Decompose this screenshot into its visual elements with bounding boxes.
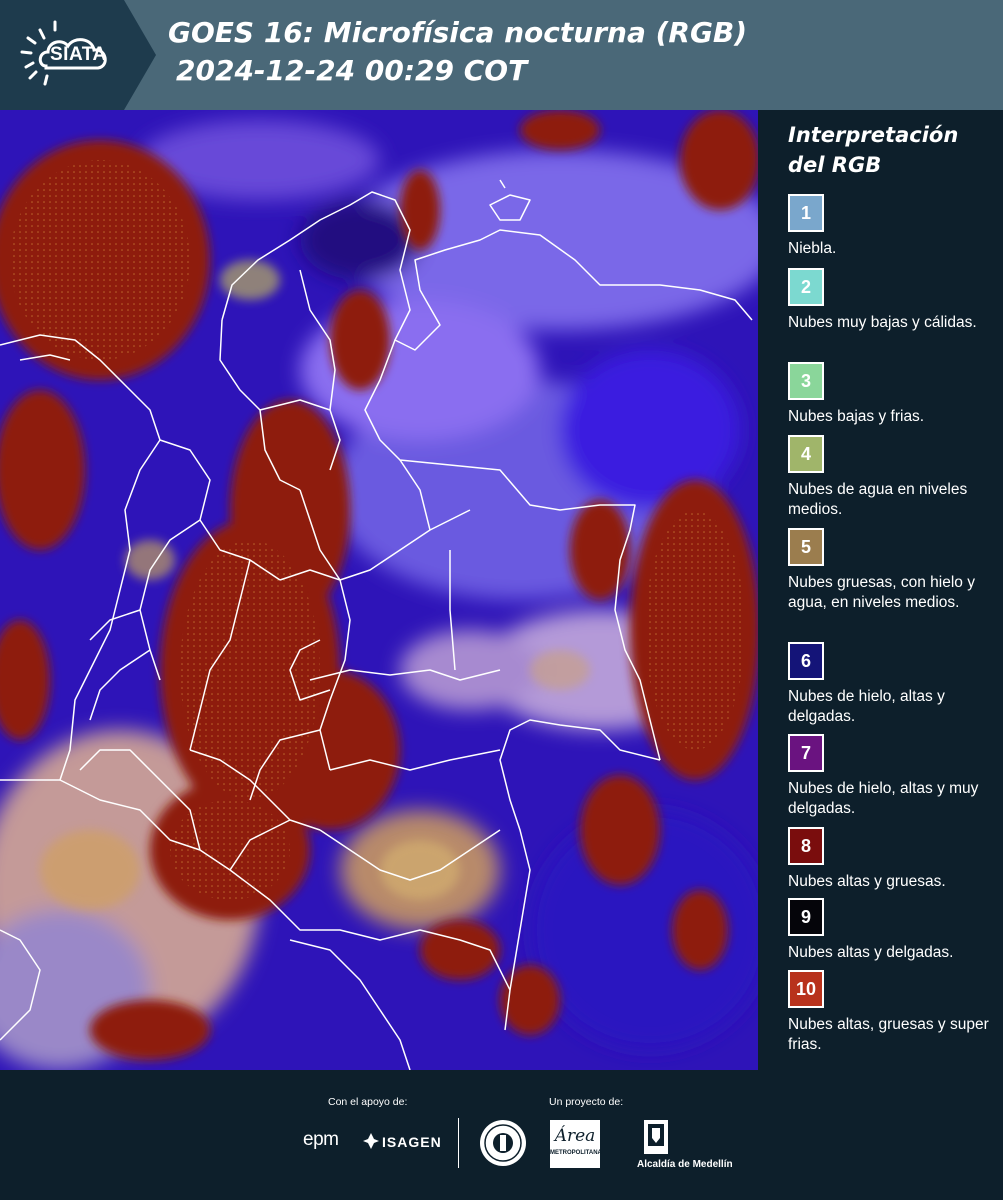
satellite-map bbox=[0, 110, 758, 1070]
legend-swatch: 10 bbox=[788, 970, 824, 1008]
support-label: Con el apoyo de: bbox=[328, 1096, 408, 1108]
legend-item-1: 1 Niebla. bbox=[788, 194, 993, 259]
legend-swatch: 5 bbox=[788, 528, 824, 566]
legend-item-6: 6 Nubes de hielo, altas y delgadas. bbox=[788, 642, 993, 727]
university-seal-icon bbox=[480, 1120, 526, 1166]
legend-item-7: 7 Nubes de hielo, altas y muy delgadas. bbox=[788, 734, 993, 819]
isagen-logo: ISAGEN bbox=[382, 1134, 442, 1150]
isagen-icon bbox=[363, 1133, 379, 1149]
legend-item-5: 5 Nubes gruesas, con hielo y agua, en ni… bbox=[788, 528, 993, 613]
legend-label: Nubes de hielo, altas y muy delgadas. bbox=[788, 780, 979, 817]
project-label: Un proyecto de: bbox=[549, 1096, 624, 1108]
area-logo-subtext: METROPOLITANA bbox=[550, 1150, 602, 1156]
legend-label: Nubes altas y delgadas. bbox=[788, 944, 954, 961]
legend-label: Nubes de hielo, altas y delgadas. bbox=[788, 688, 945, 725]
legend-item-4: 4 Nubes de agua en niveles medios. bbox=[788, 435, 993, 520]
legend-swatch: 9 bbox=[788, 898, 824, 936]
legend-title-line1: Interpretación bbox=[788, 123, 959, 147]
legend-swatch: 7 bbox=[788, 734, 824, 772]
legend-swatch: 4 bbox=[788, 435, 824, 473]
alcaldia-logo-text: Alcaldía de Medellín bbox=[637, 1159, 733, 1170]
legend-label: Nubes altas, gruesas y super frias. bbox=[788, 1016, 989, 1053]
footer-sponsors: Con el apoyo de: Un proyecto de: epm ISA… bbox=[0, 1070, 1003, 1200]
legend-label: Nubes muy bajas y cálidas. bbox=[788, 314, 977, 331]
legend-title-line2: del RGB bbox=[788, 153, 882, 177]
siata-logo: SIATA bbox=[0, 0, 156, 110]
legend-label: Nubes gruesas, con hielo y agua, en nive… bbox=[788, 574, 975, 611]
legend-swatch: 2 bbox=[788, 268, 824, 306]
legend-item-8: 8 Nubes altas y gruesas. bbox=[788, 827, 993, 892]
legend-panel: Interpretación del RGB 1 Niebla. 2 Nubes… bbox=[758, 110, 1003, 1070]
legend-item-2: 2 Nubes muy bajas y cálidas. bbox=[788, 268, 993, 333]
header-bar: SIATA GOES 16: Microfísica nocturna (RGB… bbox=[0, 0, 1003, 110]
legend-label: Niebla. bbox=[788, 240, 837, 257]
legend-title: Interpretación del RGB bbox=[788, 120, 1003, 180]
legend-swatch: 6 bbox=[788, 642, 824, 680]
legend-swatch: 1 bbox=[788, 194, 824, 232]
legend-item-10: 10 Nubes altas, gruesas y super frias. bbox=[788, 970, 993, 1055]
page-timestamp: 2024-12-24 00:29 COT bbox=[176, 54, 528, 87]
footer-divider bbox=[458, 1118, 459, 1168]
satellite-image bbox=[0, 110, 758, 1070]
legend-label: Nubes bajas y frias. bbox=[788, 408, 925, 425]
medellin-shield-icon bbox=[644, 1120, 668, 1154]
epm-logo: epm bbox=[303, 1129, 339, 1150]
legend-label: Nubes de agua en niveles medios. bbox=[788, 481, 968, 518]
legend-item-3: 3 Nubes bajas y frias. bbox=[788, 362, 993, 427]
siata-logo-text: SIATA bbox=[50, 44, 107, 65]
legend-label: Nubes altas y gruesas. bbox=[788, 873, 946, 890]
area-logo-text: Área bbox=[554, 1126, 596, 1146]
legend-swatch: 8 bbox=[788, 827, 824, 865]
area-metropolitana-logo: Área METROPOLITANA bbox=[550, 1120, 602, 1168]
legend-item-9: 9 Nubes altas y delgadas. bbox=[788, 898, 993, 963]
legend-swatch: 3 bbox=[788, 362, 824, 400]
page-title: GOES 16: Microfísica nocturna (RGB) bbox=[168, 16, 748, 49]
